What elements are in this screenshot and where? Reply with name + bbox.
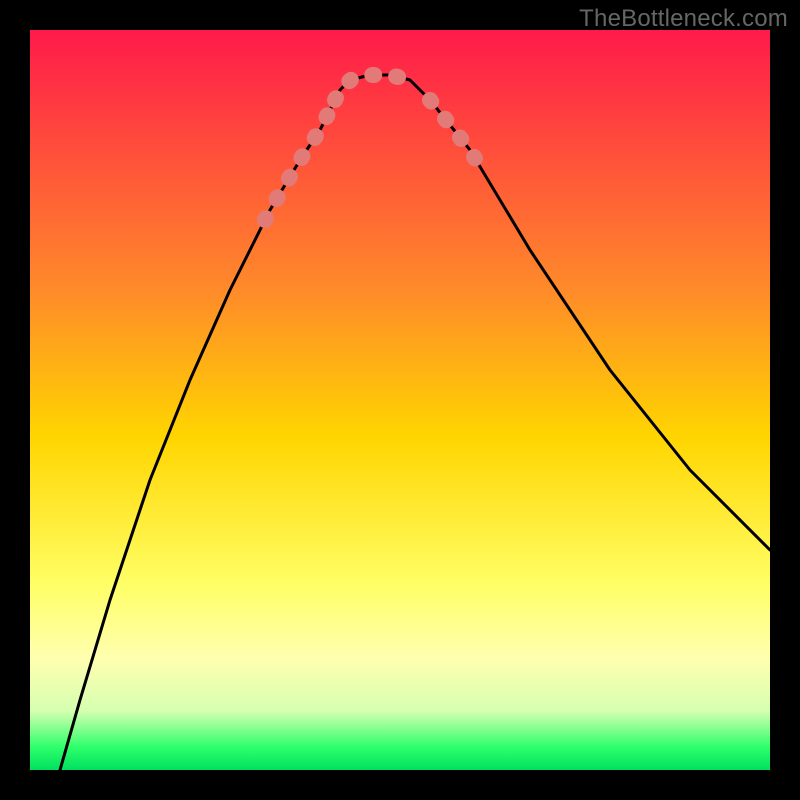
- watermark-text: TheBottleneck.com: [579, 5, 788, 33]
- curve-plot: [30, 30, 770, 770]
- chart-frame: [30, 30, 770, 770]
- main-curve: [60, 75, 770, 770]
- highlight-segment-1: [335, 75, 410, 100]
- highlight-segment-0: [265, 100, 335, 220]
